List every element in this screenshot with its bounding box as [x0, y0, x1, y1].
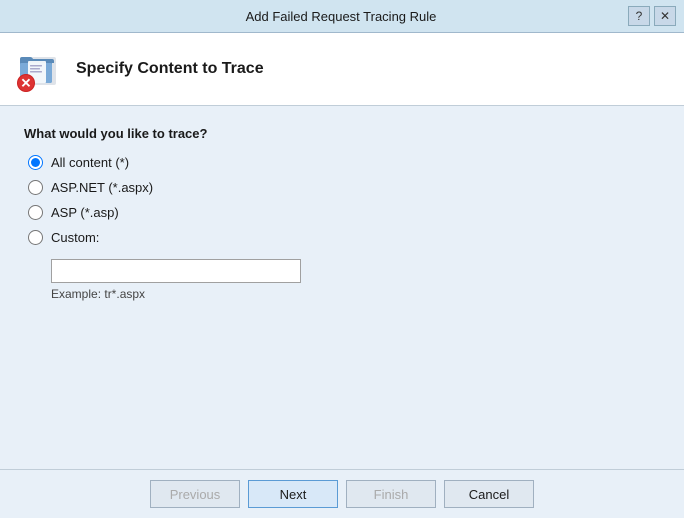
dialog-title: Add Failed Request Tracing Rule [54, 9, 628, 24]
svg-text:✕: ✕ [21, 76, 32, 91]
dialog-content: What would you like to trace? All conten… [0, 106, 684, 469]
title-bar-controls: ? ✕ [628, 6, 676, 26]
dialog-footer: Previous Next Finish Cancel [0, 469, 684, 518]
radio-asp[interactable]: ASP (*.asp) [28, 205, 660, 220]
radio-aspnet[interactable]: ASP.NET (*.aspx) [28, 180, 660, 195]
radio-custom-input[interactable] [28, 230, 43, 245]
custom-input-section: Example: tr*.aspx [51, 259, 660, 301]
radio-aspnet-input[interactable] [28, 180, 43, 195]
help-button[interactable]: ? [628, 6, 650, 26]
radio-group: All content (*) ASP.NET (*.aspx) ASP (*.… [28, 155, 660, 301]
title-bar: Add Failed Request Tracing Rule ? ✕ [0, 0, 684, 33]
custom-trace-input[interactable] [51, 259, 301, 283]
cancel-button[interactable]: Cancel [444, 480, 534, 508]
dialog-header: ✕ Specify Content to Trace [0, 33, 684, 106]
radio-asp-label: ASP (*.asp) [51, 205, 119, 220]
header-title: Specify Content to Trace [76, 60, 264, 78]
radio-all-content[interactable]: All content (*) [28, 155, 660, 170]
radio-asp-input[interactable] [28, 205, 43, 220]
radio-custom[interactable]: Custom: [28, 230, 660, 245]
finish-button[interactable]: Finish [346, 480, 436, 508]
example-text: Example: tr*.aspx [51, 287, 660, 301]
close-button[interactable]: ✕ [654, 6, 676, 26]
previous-button[interactable]: Previous [150, 480, 240, 508]
next-button[interactable]: Next [248, 480, 338, 508]
radio-custom-label: Custom: [51, 230, 99, 245]
header-icon-container: ✕ [16, 45, 64, 93]
section-label: What would you like to trace? [24, 126, 660, 141]
error-badge-icon: ✕ [16, 73, 36, 93]
radio-aspnet-label: ASP.NET (*.aspx) [51, 180, 153, 195]
radio-all-content-label: All content (*) [51, 155, 129, 170]
dialog: ✕ Specify Content to Trace What would yo… [0, 33, 684, 518]
radio-all-content-input[interactable] [28, 155, 43, 170]
